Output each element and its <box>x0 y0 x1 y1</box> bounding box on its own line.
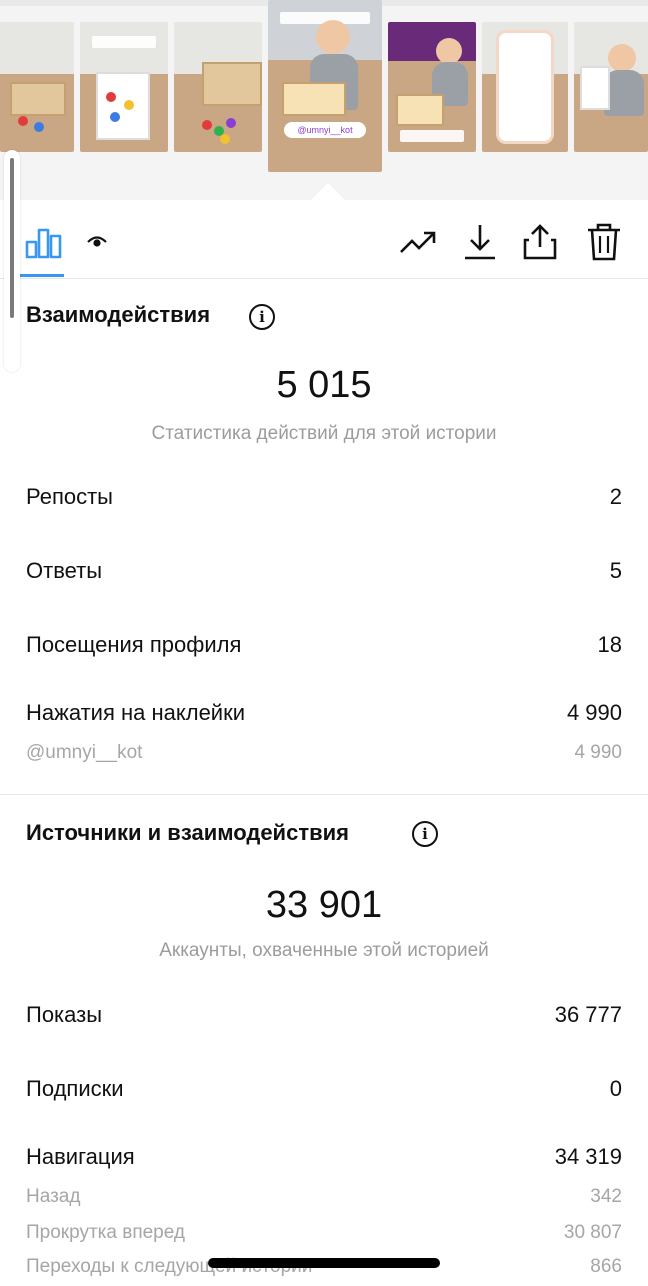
story-thumbnail-7[interactable] <box>574 22 648 152</box>
metric-value: 18 <box>597 632 622 657</box>
metric-label: Подписки <box>26 1076 124 1101</box>
story-thumbnail-1[interactable] <box>0 22 74 152</box>
metric-label: Прокрутка вперед <box>26 1222 185 1243</box>
metric-value: 342 <box>590 1186 622 1207</box>
metric-subrow-forward: Прокрутка вперед 30 807 <box>26 1222 622 1252</box>
metric-value: 2 <box>609 484 622 509</box>
insights-toolbar <box>0 200 648 279</box>
interactions-caption: Статистика действий для этой истории <box>151 423 497 444</box>
share-icon[interactable] <box>520 222 560 262</box>
story-thumbnail-2[interactable] <box>80 22 168 152</box>
metric-label: Показы <box>26 1002 103 1027</box>
metric-value: 30 807 <box>563 1222 622 1243</box>
discovery-title: Источники и взаимодействия <box>26 820 349 845</box>
metric-row-sticker-taps: Нажатия на наклейки 4 990 <box>26 700 622 730</box>
download-icon[interactable] <box>460 222 500 262</box>
metric-subrow-mention: @umnyi__kot 4 990 <box>26 742 622 772</box>
trash-icon[interactable] <box>584 222 624 262</box>
scroll-indicator[interactable] <box>4 150 20 372</box>
metric-row-reposts: Репосты 2 <box>26 484 622 514</box>
metric-value: 36 777 <box>554 1002 622 1027</box>
metric-subrow-back: Назад 342 <box>26 1186 622 1216</box>
metric-row-navigation: Навигация 34 319 <box>26 1144 622 1174</box>
metric-value: 4 990 <box>566 700 622 725</box>
metric-label: Посещения профиля <box>26 632 242 657</box>
trending-icon[interactable] <box>398 222 438 262</box>
home-indicator[interactable] <box>208 1258 440 1268</box>
metric-label: Назад <box>26 1186 81 1207</box>
metric-label: Репосты <box>26 484 113 509</box>
story-thumbnail-3[interactable] <box>174 22 262 152</box>
interactions-title: Взаимодействия <box>26 302 211 327</box>
discovery-info-icon[interactable]: i <box>412 821 438 847</box>
metric-row-replies: Ответы 5 <box>26 558 622 588</box>
bar-chart-icon[interactable] <box>24 222 64 262</box>
interactions-info-icon[interactable]: i <box>249 304 275 330</box>
story-thumbnail-strip[interactable]: @umnyi__kot <box>0 0 648 200</box>
discovery-total: 33 901 <box>265 884 383 926</box>
metric-row-impressions: Показы 36 777 <box>26 1002 622 1032</box>
metric-label: @umnyi__kot <box>26 742 143 763</box>
metric-label: Навигация <box>26 1144 135 1169</box>
story-thumbnail-5[interactable] <box>388 22 476 152</box>
metric-row-profile-visits: Посещения профиля 18 <box>26 632 622 662</box>
scroll-thumb[interactable] <box>10 158 14 318</box>
insights-panel: Взаимодействия i 5 015 Статистика действ… <box>0 200 648 1280</box>
eye-icon[interactable] <box>86 230 108 252</box>
metric-label: Ответы <box>26 558 103 583</box>
interactions-total: 5 015 <box>276 364 372 406</box>
story-thumbnail-6[interactable] <box>482 22 568 152</box>
section-divider <box>0 794 648 795</box>
metric-value: 866 <box>590 1256 622 1277</box>
metric-row-follows: Подписки 0 <box>26 1076 622 1106</box>
discovery-caption: Аккаунты, охваченные этой историей <box>159 940 489 961</box>
story-thumbnail-selected[interactable]: @umnyi__kot <box>268 0 382 172</box>
metric-label: Нажатия на наклейки <box>26 700 246 725</box>
metric-value: 5 <box>609 558 622 583</box>
metric-value: 4 990 <box>574 742 622 763</box>
metric-value: 34 319 <box>554 1144 622 1169</box>
story-mention-label: @umnyi__kot <box>284 122 366 138</box>
metric-value: 0 <box>609 1076 622 1101</box>
active-tab-underline <box>20 274 64 277</box>
